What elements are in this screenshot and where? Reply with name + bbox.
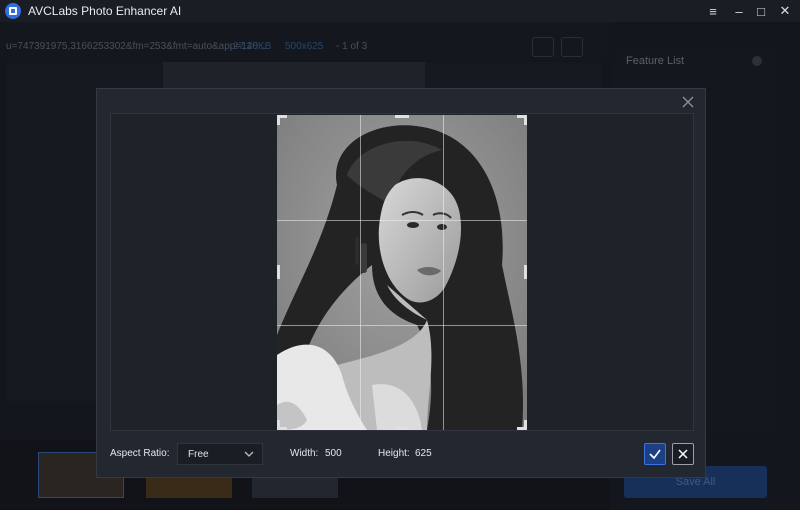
maximize-button[interactable]: □ — [748, 0, 774, 22]
crop-tool-button[interactable] — [532, 37, 554, 57]
width-label: Width: — [290, 448, 319, 459]
close-window-button[interactable]: ✕ — [772, 0, 798, 22]
crop-handle-top-left[interactable] — [277, 115, 287, 125]
aspect-ratio-value: Free — [188, 449, 209, 460]
crop-handle-bottom[interactable] — [395, 427, 409, 430]
crop-canvas[interactable] — [110, 113, 694, 431]
confirm-crop-button[interactable] — [644, 443, 666, 465]
file-name: u=747391975,3166253302&fm=253&fmt=auto&a… — [6, 41, 267, 52]
grid-line — [443, 115, 444, 430]
grid-line — [277, 220, 527, 221]
crop-handle-left[interactable] — [277, 265, 280, 279]
check-icon — [649, 449, 661, 460]
help-icon[interactable] — [752, 56, 762, 66]
cancel-crop-button[interactable] — [672, 443, 694, 465]
app-logo-icon — [5, 3, 21, 19]
height-label: Height: — [378, 448, 410, 459]
file-size: 27.48KB — [233, 41, 272, 52]
app-title: AVCLabs Photo Enhancer AI — [28, 4, 182, 18]
preview-eye-button[interactable] — [561, 37, 583, 57]
menu-icon: ≡ — [709, 3, 717, 19]
minimize-icon: – — [735, 3, 743, 19]
image-counter: - 1 of 3 — [336, 41, 368, 52]
title-bar: AVCLabs Photo Enhancer AI ≡ – □ ✕ — [0, 0, 800, 22]
close-icon[interactable] — [681, 95, 695, 109]
aspect-ratio-select[interactable]: Free — [177, 443, 263, 465]
image-dimensions: 500x625 — [285, 41, 324, 52]
chevron-down-icon — [244, 451, 254, 457]
feature-list-title: Feature List — [626, 55, 685, 67]
crop-handle-right[interactable] — [524, 265, 527, 279]
close-window-icon: ✕ — [779, 3, 791, 18]
grid-line — [277, 325, 527, 326]
height-value: 625 — [415, 448, 432, 459]
x-icon — [678, 449, 688, 459]
crop-image[interactable] — [277, 115, 527, 430]
crop-handle-bottom-right[interactable] — [517, 420, 527, 430]
crop-dialog: Aspect Ratio: Free Width: 500 Height: 62… — [96, 88, 706, 478]
menu-button[interactable]: ≡ — [700, 0, 726, 22]
crop-handle-top[interactable] — [395, 115, 409, 118]
maximize-icon: □ — [757, 3, 765, 19]
grid-line — [360, 115, 361, 430]
crop-handle-bottom-left[interactable] — [277, 420, 287, 430]
aspect-ratio-label: Aspect Ratio: — [110, 448, 170, 459]
crop-handle-top-right[interactable] — [517, 115, 527, 125]
portrait-photo — [277, 115, 527, 430]
width-value: 500 — [325, 448, 342, 459]
